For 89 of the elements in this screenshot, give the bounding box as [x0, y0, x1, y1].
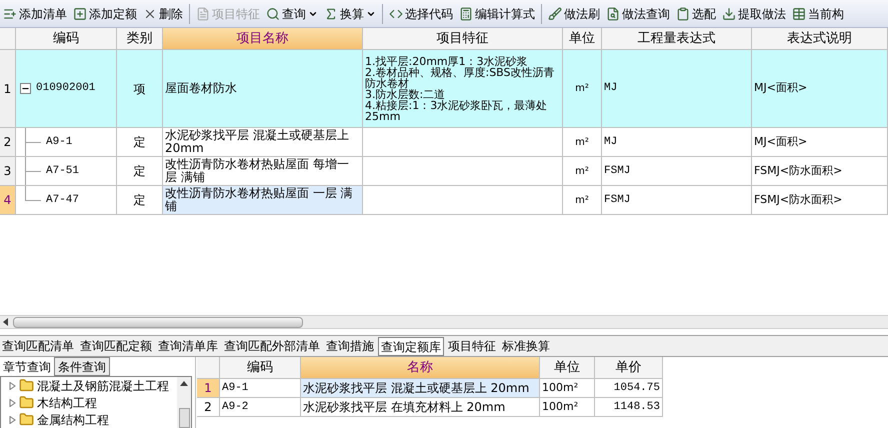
toolbar-button[interactable]: 做法刷	[546, 2, 602, 24]
toolbar-button[interactable]: 编辑计算式	[457, 2, 537, 24]
table-cell-text: FSMJ	[604, 164, 630, 179]
table-cell-text: m²	[575, 164, 589, 178]
panel-tab[interactable]: 查询措施	[324, 336, 376, 356]
table-cell-text: FSMJ<防水面积>	[754, 192, 842, 208]
row-number[interactable]: 2	[197, 398, 220, 417]
table-cell-text: FSMJ<防水面积>	[754, 162, 842, 179]
file-search-icon	[606, 6, 620, 20]
collapse-icon[interactable]	[20, 83, 31, 94]
table-cell-text: MJ<面积>	[754, 134, 808, 150]
expand-icon[interactable]	[9, 398, 16, 406]
row-number[interactable]: 3	[0, 157, 16, 186]
row-number[interactable]: 1	[197, 379, 220, 398]
panel-tab[interactable]: 标准换算	[500, 336, 552, 356]
table-cell-text: MJ	[604, 81, 618, 96]
toolbar-button[interactable]: 提取做法	[720, 2, 788, 24]
table-cell-text: A9-2	[222, 400, 248, 415]
toolbar-button[interactable]: 查询	[264, 2, 320, 24]
row-number[interactable]: 1	[0, 50, 16, 128]
clipboard-icon	[676, 6, 690, 20]
list-plus-icon	[3, 6, 17, 20]
expand-icon[interactable]	[9, 416, 16, 424]
table-cell-text: 1148.53	[614, 400, 660, 415]
table-icon	[792, 6, 806, 20]
row-number[interactable]: 2	[0, 128, 16, 157]
table-cell-text: 水泥砂浆找平层 混凝土或硬基层上 20mm	[303, 380, 530, 397]
table-cell-text: FSMJ	[604, 192, 630, 208]
toolbar-button[interactable]: 添加定额	[71, 2, 139, 24]
calculator-icon	[459, 6, 473, 20]
expand-icon[interactable]	[9, 382, 16, 390]
column-header[interactable]: 项目名称	[163, 28, 363, 50]
table-cell-text: A9-1	[46, 134, 72, 150]
sigma-icon	[324, 6, 338, 20]
table-cell-text: 定	[134, 163, 146, 180]
panel-tab[interactable]: 查询匹配清单	[0, 336, 76, 356]
folder-icon	[19, 378, 34, 393]
brush-icon	[548, 6, 562, 20]
toolbar-button[interactable]: 添加清单	[1, 2, 69, 24]
panel-tab[interactable]: 项目特征	[446, 336, 498, 356]
table-cell-text: 1054.75	[614, 380, 660, 396]
panel-tab[interactable]: 查询匹配外部清单	[222, 336, 322, 356]
table-cell-text: m²	[575, 136, 589, 150]
document-icon	[196, 6, 210, 20]
folder-icon	[19, 395, 34, 410]
panel-tab[interactable]: 查询定额库	[378, 336, 444, 356]
toolbar-button[interactable]: 选择代码	[387, 2, 455, 24]
toolbar-button[interactable]: 选配	[674, 2, 718, 24]
table-cell-text: A9-1	[222, 380, 248, 396]
folder-icon	[19, 412, 34, 427]
horizontal-scrollbar[interactable]	[0, 315, 888, 329]
column-header[interactable]: 单位	[540, 357, 595, 379]
square-plus-icon	[73, 6, 87, 20]
toolbar-button[interactable]: 换算	[322, 2, 378, 24]
search-tab[interactable]: 条件查询	[54, 357, 110, 376]
table-cell-text: MJ	[604, 134, 618, 150]
search-icon	[266, 6, 280, 20]
download-icon	[722, 6, 736, 20]
table-cell-text: 改性沥青防水卷材热贴屋面 一层 满铺	[165, 187, 354, 213]
left-arrow-icon	[3, 318, 9, 326]
toolbar-button[interactable]: 做法查询	[604, 2, 672, 24]
table-cell-text: m²	[575, 82, 589, 96]
table-cell-text: A7-47	[46, 192, 80, 208]
table-cell-text: MJ<面积>	[754, 80, 808, 96]
table-cell-text: 010902001	[36, 81, 96, 96]
tree-item[interactable]: 木结构工程	[9, 394, 177, 411]
table-cell-text: 项	[134, 80, 146, 98]
vertical-scrollbar[interactable]	[177, 377, 191, 428]
tree-item[interactable]: 金属结构工程	[9, 411, 177, 428]
column-header[interactable]: 名称	[301, 357, 540, 379]
column-header[interactable]: 单价	[595, 357, 663, 379]
table-cell: 屋面卷材防水	[165, 82, 237, 95]
table-cell-text: m²	[575, 194, 589, 208]
table-cell-text: 改性沥青防水卷材热贴屋面 每增一层 满铺	[165, 158, 350, 184]
table-cell-text: 1.找平层:20mm厚1：3水泥砂浆 2.卷材品种、规格、厚度:SBS改性沥青防水卷材 3.防水层数:二道 4.粘接层:1：3水泥砂浆卧瓦，最薄处25mm	[365, 56, 556, 122]
row-number[interactable]: 4	[0, 186, 16, 215]
table-cell-text: 定	[134, 192, 146, 209]
table-cell-text: A7-51	[46, 164, 80, 179]
tree-item[interactable]: 混凝土及钢筋混凝土工程	[9, 377, 177, 394]
toolbar-button[interactable]: 当前构	[790, 2, 846, 24]
table-cell-text: 定	[134, 134, 146, 151]
up-arrow-icon	[180, 381, 188, 386]
toolbar-button[interactable]: 删除	[141, 2, 185, 24]
table-cell-text: 100m²	[542, 398, 578, 415]
panel-tab[interactable]: 查询匹配定额	[78, 336, 154, 356]
table-cell-text: 100m²	[542, 380, 578, 396]
panel-tab[interactable]: 查询清单库	[156, 336, 220, 356]
table-cell-text: 水泥砂浆找平层 在填充材料上 20mm	[303, 399, 506, 416]
table-cell-text: 水泥砂浆找平层 混凝土或硬基层上 20mm	[165, 129, 350, 155]
